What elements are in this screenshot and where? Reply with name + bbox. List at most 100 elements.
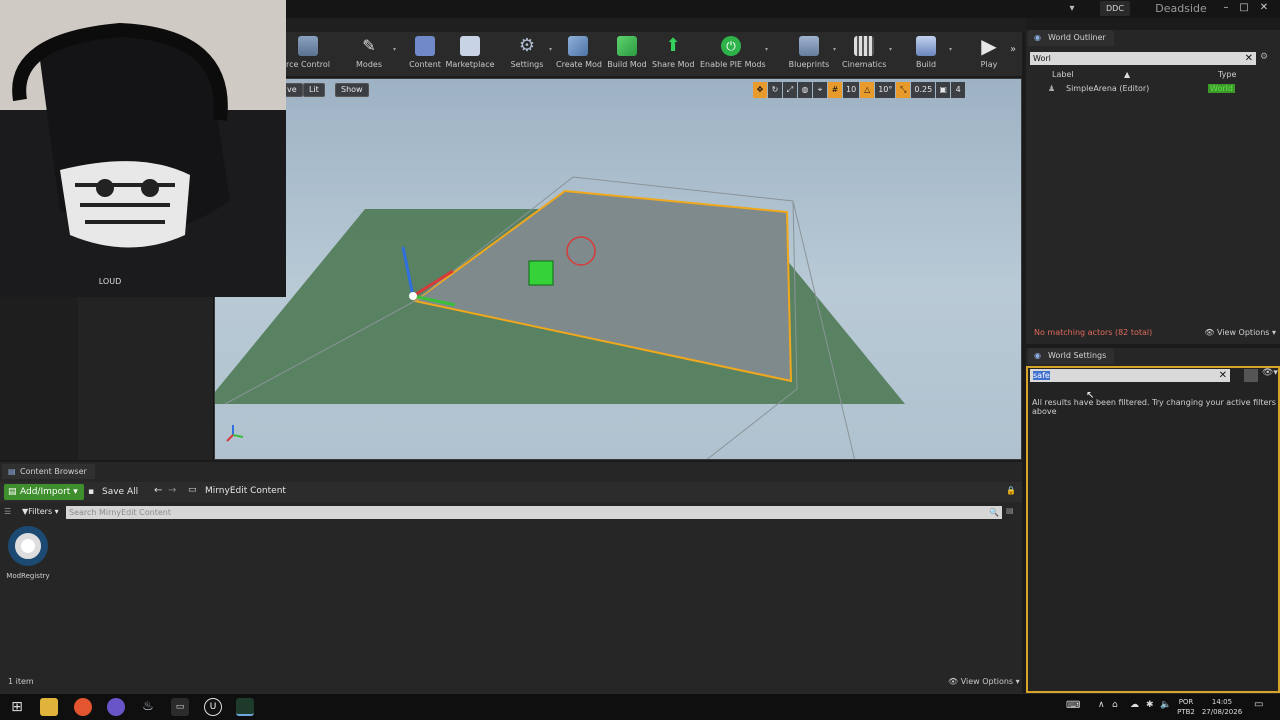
level-viewport[interactable]: ve Lit Show ✥ ↻ ⤢ ◍ ⌖ #10 △ 10° ⤡ 0.25 ▣ 4 xyxy=(214,78,1022,460)
world-settings-search-input[interactable]: safe ✕ xyxy=(1030,369,1230,382)
sources-toggle-icon[interactable]: ☰ xyxy=(4,507,11,516)
editor-app-icon[interactable] xyxy=(236,698,254,716)
save-search-icon[interactable]: ▤ xyxy=(1006,506,1014,515)
lock-icon[interactable]: 🔒 xyxy=(1006,486,1016,495)
outliner-settings-icon[interactable]: ⚙ xyxy=(1260,52,1274,65)
outliner-row[interactable]: ♟ SimpleArena (Editor) World xyxy=(1048,84,1272,96)
steam-icon[interactable]: ♨ xyxy=(139,698,157,716)
modes-panel xyxy=(0,297,78,460)
notification-icon[interactable]: ▾ xyxy=(1064,2,1080,16)
sort-icon[interactable]: ▲ xyxy=(1124,70,1130,79)
rotation-snap-value[interactable]: 10° xyxy=(875,82,896,98)
keyboard-icon[interactable]: ⌨ xyxy=(1066,700,1080,711)
settings-icon: ⚙ xyxy=(518,35,536,56)
maximize-icon[interactable]: □ xyxy=(1236,0,1252,16)
volume-icon[interactable]: 🔈 xyxy=(1160,700,1171,710)
eye-icon: 👁 xyxy=(948,677,961,686)
world-settings-body: safe ✕ 👁▾ All results have been filtered… xyxy=(1026,366,1280,693)
camera-speed-value[interactable]: 4 xyxy=(951,82,966,98)
scale-icon[interactable]: ⤢ xyxy=(783,82,797,98)
source-control-button[interactable]: rce Control xyxy=(286,32,330,76)
world-settings-tab-icon: ◉ xyxy=(1034,351,1041,360)
brave-browser-icon[interactable] xyxy=(74,698,92,716)
world-local-icon[interactable]: ◍ xyxy=(798,82,812,98)
content-button[interactable]: Content xyxy=(404,32,446,76)
asset-tile[interactable]: ModRegistry xyxy=(6,526,50,580)
notifications-icon[interactable]: ▭ xyxy=(1254,699,1263,710)
enable-pie-mods-button[interactable]: ⏻ Enable PIE Mods ▾ xyxy=(700,32,768,76)
build-button[interactable]: Build ▾ xyxy=(906,32,952,76)
outliner-header: Label ▲ Type xyxy=(1032,70,1276,82)
world-outliner-tab[interactable]: ◉ World Outliner xyxy=(1028,30,1114,46)
toolbar-overflow-icon[interactable]: » xyxy=(1010,44,1016,55)
clear-search-icon[interactable]: ✕ xyxy=(1219,369,1227,382)
axis-indicator-x xyxy=(226,434,234,442)
property-matrix-icon[interactable] xyxy=(1244,369,1258,382)
rotate-icon[interactable]: ↻ xyxy=(768,82,782,98)
column-label[interactable]: Label xyxy=(1052,70,1074,79)
player-start-icon[interactable] xyxy=(528,260,554,286)
clear-search-icon[interactable]: ✕ xyxy=(1245,52,1253,65)
axis-indicator-y xyxy=(232,434,244,438)
translate-icon[interactable]: ✥ xyxy=(753,82,767,98)
network-icon[interactable]: ⌂ xyxy=(1112,700,1118,710)
content-search-input[interactable]: Search MirnyEdit Content 🔍 xyxy=(66,506,1002,519)
world-outliner-panel: ◉ World Outliner Worl ✕ ⚙ Label ▲ Type ♟… xyxy=(1026,30,1280,344)
bluetooth-icon[interactable]: ✱ xyxy=(1146,700,1154,710)
visibility-icon[interactable]: 👁▾ xyxy=(1262,368,1278,378)
modes-icon: ✎ xyxy=(362,36,376,55)
filters-button[interactable]: ▼Filters ▾ xyxy=(22,507,59,516)
file-explorer-icon[interactable] xyxy=(40,698,58,716)
modes-button[interactable]: ✎ Modes ▾ xyxy=(348,32,396,76)
content-icon xyxy=(415,36,435,56)
add-import-button[interactable]: ▤ Add/Import ▾ xyxy=(4,484,84,500)
unreal-engine-icon[interactable]: U xyxy=(204,698,222,716)
search-icon: 🔍 xyxy=(989,508,999,517)
ddc-status[interactable]: DDC xyxy=(1100,1,1130,16)
settings-button[interactable]: ⚙ Settings ▾ xyxy=(508,32,552,76)
close-icon[interactable]: ✕ xyxy=(1256,0,1272,16)
scale-snap-icon[interactable]: ⤡ xyxy=(896,82,911,98)
save-all-button[interactable]: ▪ Save All xyxy=(88,484,138,500)
world-icon: ♟ xyxy=(1048,84,1056,93)
clock[interactable]: 14:05 27/08/2026 xyxy=(1200,697,1244,717)
tray-expand-icon[interactable]: ∧ xyxy=(1098,700,1105,710)
world-settings-panel: ◉ World Settings safe ✕ 👁▾ All results h… xyxy=(1026,348,1280,693)
build-mod-icon xyxy=(617,36,637,56)
play-icon: ▶ xyxy=(981,34,997,58)
asset-thumbnail xyxy=(8,526,48,566)
share-mod-button[interactable]: ⬆ Share Mod xyxy=(652,32,695,76)
play-button[interactable]: ▶ Play xyxy=(970,32,1008,76)
viewport-show-button[interactable]: Show xyxy=(335,83,369,97)
marketplace-button[interactable]: Marketplace xyxy=(444,32,496,76)
forward-icon[interactable]: → xyxy=(168,485,176,496)
scale-snap-value[interactable]: 0.25 xyxy=(911,82,936,98)
cinematics-button[interactable]: Cinematics ▾ xyxy=(842,32,892,76)
gizmo-pivot[interactable] xyxy=(409,292,417,300)
grid-snap-value[interactable]: 10 xyxy=(843,82,860,98)
grid-snap-icon[interactable]: # xyxy=(828,82,842,98)
content-view-options[interactable]: 👁 View Options ▾ xyxy=(948,677,1020,686)
column-type[interactable]: Type xyxy=(1218,70,1236,79)
content-browser-tab[interactable]: ▤ Content Browser xyxy=(2,464,95,479)
cinematics-icon xyxy=(854,36,874,56)
language-indicator[interactable]: POR PTB2 xyxy=(1176,697,1196,717)
minimize-icon[interactable]: – xyxy=(1218,0,1234,16)
outliner-view-options[interactable]: 👁 View Options ▾ xyxy=(1204,328,1276,337)
onedrive-icon[interactable]: ☁ xyxy=(1130,700,1139,710)
chrome-icon[interactable] xyxy=(107,698,125,716)
path-breadcrumb[interactable]: MirnyEdit Content xyxy=(205,486,286,496)
terminal-icon[interactable]: ▭ xyxy=(171,698,189,716)
viewport-transform-tools: ✥ ↻ ⤢ ◍ ⌖ #10 △ 10° ⤡ 0.25 ▣ 4 xyxy=(753,82,966,98)
build-mod-button[interactable]: Build Mod xyxy=(606,32,648,76)
camera-speed-icon[interactable]: ▣ xyxy=(936,82,951,98)
surface-snap-icon[interactable]: ⌖ xyxy=(813,82,827,98)
outliner-search-input[interactable]: Worl ✕ xyxy=(1030,52,1256,65)
create-mod-button[interactable]: Create Mod xyxy=(556,32,602,76)
rotation-snap-icon[interactable]: △ xyxy=(860,82,875,98)
back-icon[interactable]: ← xyxy=(154,485,162,496)
world-settings-tab[interactable]: ◉ World Settings xyxy=(1028,348,1115,364)
blueprints-button[interactable]: Blueprints ▾ xyxy=(788,32,836,76)
viewport-lit-button[interactable]: Lit xyxy=(303,83,325,97)
windows-start-icon[interactable]: ⊞ xyxy=(8,698,26,716)
